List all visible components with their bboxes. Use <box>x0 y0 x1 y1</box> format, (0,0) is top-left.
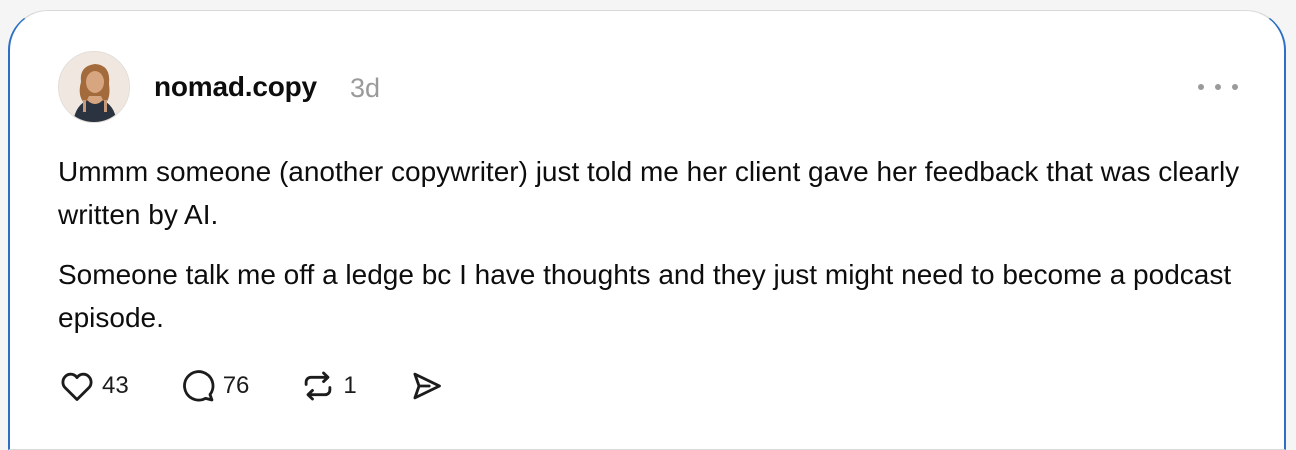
heart-icon <box>61 372 93 401</box>
avatar[interactable] <box>58 51 130 123</box>
post-body: Ummm someone (another copywriter) just t… <box>58 150 1258 339</box>
post-timestamp[interactable]: 3d <box>350 73 380 104</box>
share-button[interactable] <box>407 367 445 405</box>
like-button[interactable]: 43 <box>58 367 129 405</box>
post-paragraph: Ummm someone (another copywriter) just t… <box>58 156 1240 230</box>
more-options-button[interactable] <box>1198 75 1238 99</box>
repost-icon <box>305 371 332 401</box>
reply-button[interactable]: 76 <box>179 367 250 405</box>
more-options-icon <box>1232 84 1238 90</box>
post-paragraph: Someone talk me off a ledge bc I have th… <box>58 259 1232 333</box>
like-count: 43 <box>102 372 129 399</box>
username[interactable]: nomad.copy <box>154 71 317 103</box>
post-card: nomad.copy 3d Ummm someone (another copy… <box>8 10 1286 450</box>
send-icon <box>413 372 441 400</box>
avatar-photo-icon <box>59 52 129 122</box>
repost-button[interactable]: 1 <box>299 367 357 405</box>
more-options-icon <box>1198 84 1204 90</box>
reply-count: 76 <box>222 372 250 399</box>
post-actions: 43 76 1 <box>58 363 445 409</box>
more-options-icon <box>1215 84 1221 90</box>
comment-bubble-icon <box>182 370 215 402</box>
repost-count: 1 <box>343 372 357 399</box>
